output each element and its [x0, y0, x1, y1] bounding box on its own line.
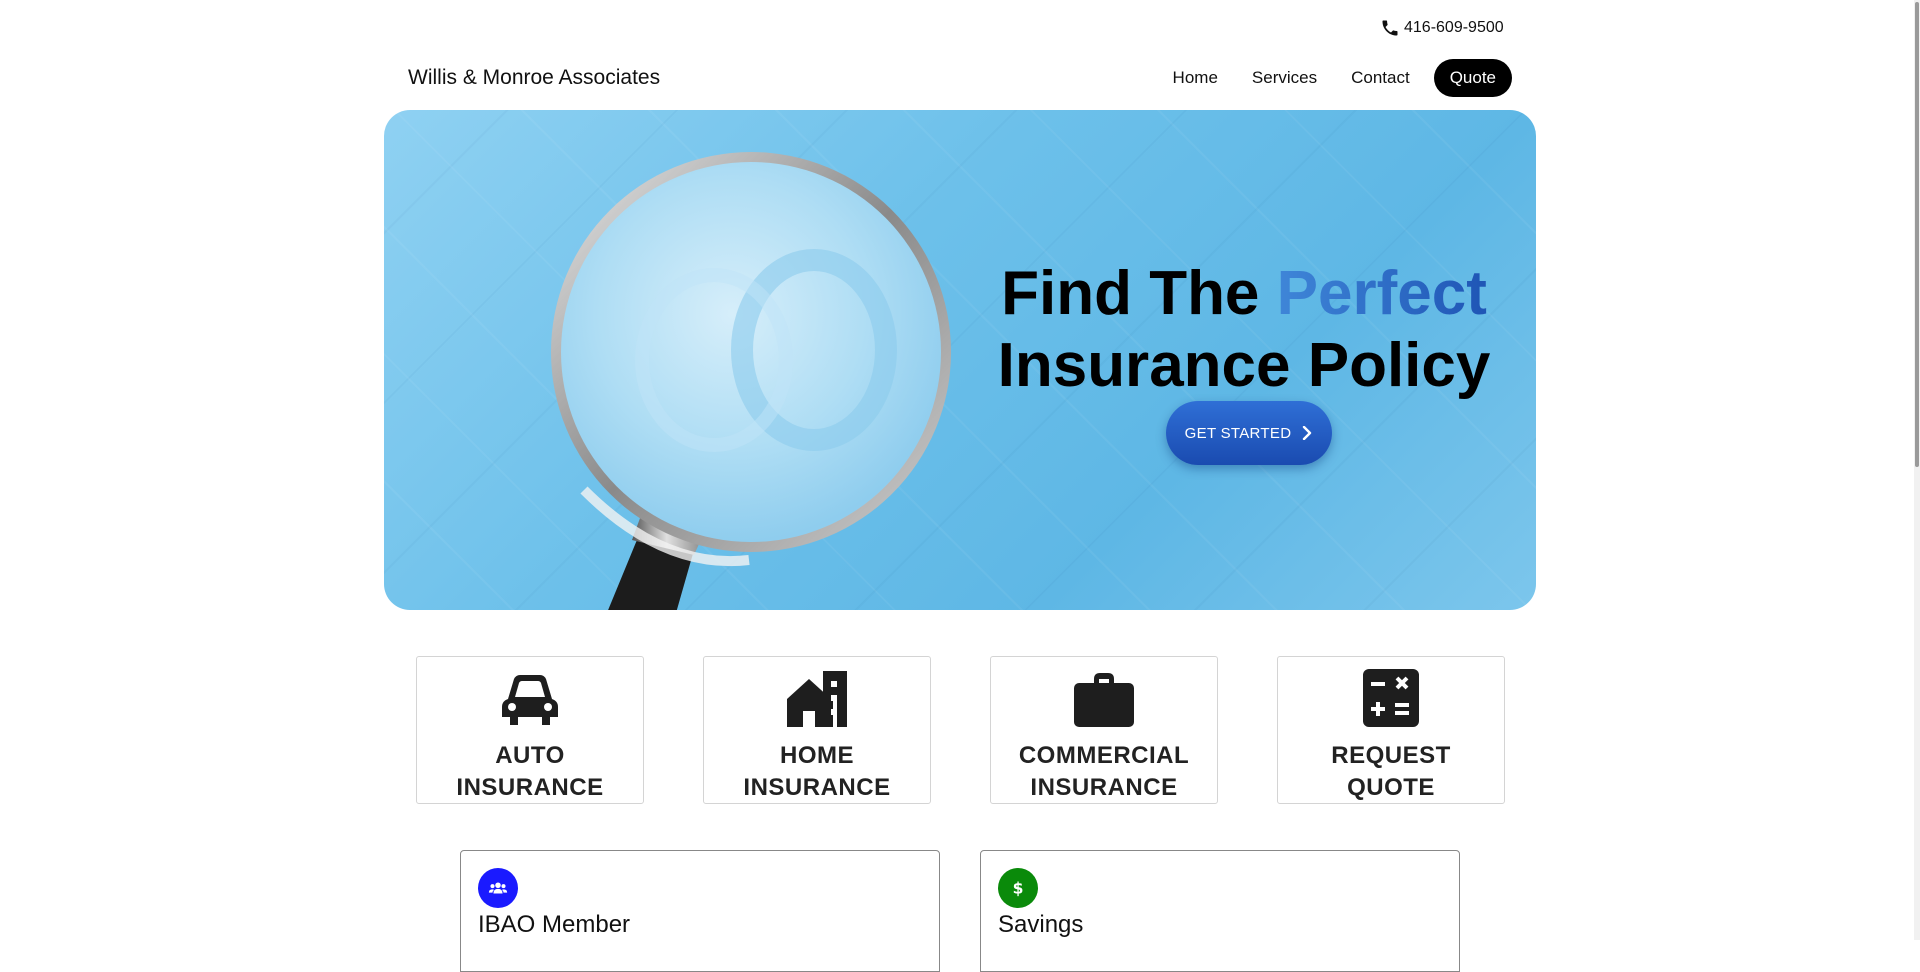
nav-home-link[interactable]: Home: [1163, 60, 1228, 96]
savings-feature: $ Savings: [980, 850, 1460, 972]
auto-insurance-label: AUTO INSURANCE: [456, 742, 604, 801]
service-cards: AUTO INSURANCE HOME INSURANCE COMMERCIAL…: [416, 656, 1505, 804]
commercial-insurance-label: COMMERCIAL INSURANCE: [1018, 742, 1190, 801]
request-quote-label: REQUEST QUOTE: [1331, 742, 1451, 801]
dollar-icon: $: [998, 868, 1038, 908]
phone-icon: [1382, 20, 1398, 36]
ibao-member-feature: IBAO Member: [460, 850, 940, 972]
hero-title-line2: Insurance Policy: [997, 331, 1491, 400]
briefcase-icon: [1074, 673, 1134, 727]
nav-contact-link[interactable]: Contact: [1341, 60, 1420, 96]
hero-title: Find The Perfect Insurance Policy: [984, 258, 1504, 402]
page-scrollbar[interactable]: [1914, 0, 1920, 940]
car-icon: [502, 675, 558, 725]
get-started-label: GET STARTED: [1184, 424, 1292, 442]
site-header: Willis & Monroe Associates Home Services…: [384, 56, 1536, 100]
group-icon: [478, 868, 518, 908]
svg-text:$: $: [1013, 880, 1024, 898]
home-insurance-card[interactable]: HOME INSURANCE: [703, 656, 931, 804]
top-contact-bar: 416-609-9500: [1380, 15, 1504, 41]
savings-title: Savings: [998, 911, 1084, 938]
hero-banner: Find The Perfect Insurance Policy GET ST…: [384, 110, 1536, 610]
home-insurance-label: HOME INSURANCE: [743, 742, 891, 801]
ibao-member-title: IBAO Member: [478, 911, 631, 938]
calculator-icon: [1363, 669, 1419, 727]
request-quote-card[interactable]: REQUEST QUOTE: [1277, 656, 1505, 804]
nav-services-link[interactable]: Services: [1242, 60, 1327, 96]
phone-number[interactable]: 416-609-9500: [1404, 19, 1504, 37]
get-started-button[interactable]: GET STARTED: [1166, 401, 1332, 465]
commercial-insurance-card[interactable]: COMMERCIAL INSURANCE: [990, 656, 1218, 804]
brand-name[interactable]: Willis & Monroe Associates: [408, 66, 660, 90]
hero-title-accent: Perfect: [1276, 259, 1487, 328]
nav-quote-button[interactable]: Quote: [1433, 59, 1512, 97]
hero-title-line1: Find The: [1001, 259, 1277, 328]
magnifying-glass-image: [551, 152, 951, 610]
main-nav: Home Services Contact Quote: [1163, 59, 1536, 97]
chevron-right-icon: [1303, 426, 1312, 440]
auto-insurance-card[interactable]: AUTO INSURANCE: [416, 656, 644, 804]
scrollbar-thumb[interactable]: [1915, 2, 1919, 467]
house-icon: [787, 671, 847, 729]
